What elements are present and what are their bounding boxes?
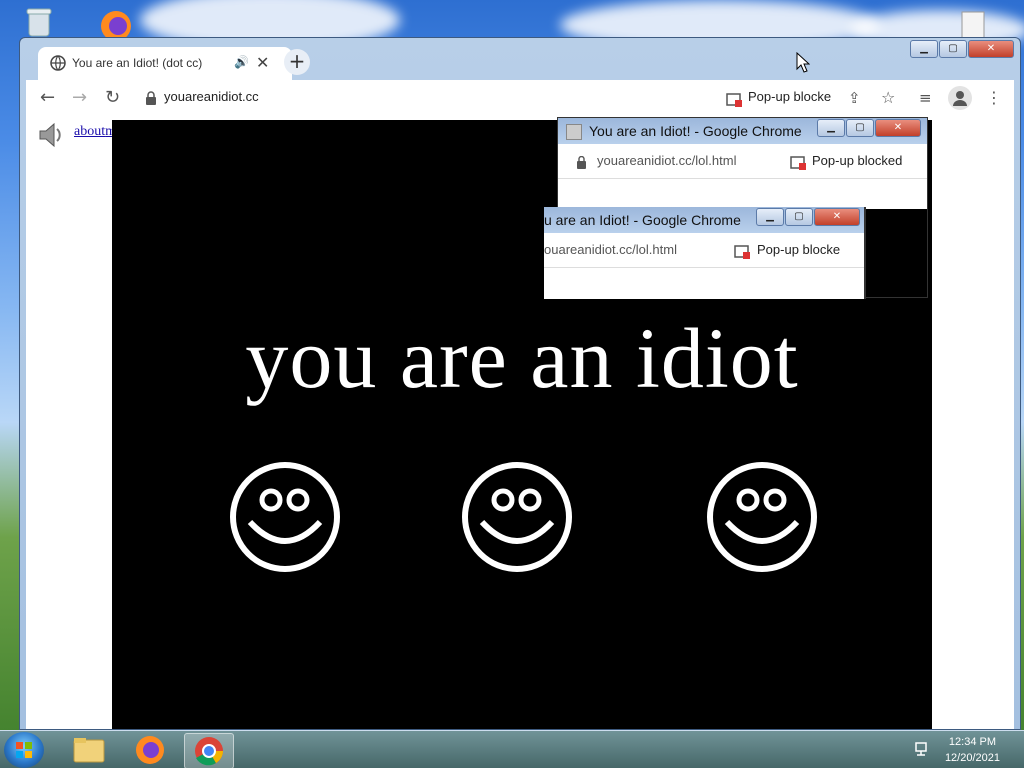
popup-titlebar[interactable]: u are an Idiot! - Google Chrome ▁ ▢ ✕ — [544, 207, 864, 233]
clock-time: 12:34 PM — [948, 736, 997, 748]
popup-blocked-icon[interactable] — [734, 244, 750, 263]
popup-window-controls: ▁ ▢ ✕ — [816, 119, 921, 137]
popup-url[interactable]: ouareanidiot.cc/lol.html — [544, 242, 677, 257]
firefox-icon — [136, 736, 164, 764]
smiley-face-icon — [707, 462, 817, 572]
recycle-bin-icon[interactable] — [22, 6, 56, 38]
smiley-face-icon — [462, 462, 572, 572]
reading-list-icon[interactable]: ≡ — [919, 88, 932, 108]
headline: you are an idiot — [245, 310, 799, 406]
globe-icon — [50, 55, 66, 75]
chrome-icon — [195, 737, 223, 766]
firefox-desktop-icon[interactable] — [94, 6, 138, 41]
popup-title: You are an Idiot! - Google Chrome — [589, 123, 802, 139]
close-button[interactable]: ✕ — [875, 119, 921, 137]
close-button[interactable]: ✕ — [814, 208, 860, 226]
tab-close-icon[interactable]: ✕ — [256, 53, 269, 72]
taskbar: 12:34 PM 12/20/2021 — [0, 730, 1024, 768]
start-button[interactable] — [4, 732, 44, 768]
maximize-button[interactable]: ▢ — [939, 40, 967, 58]
popup-title: u are an Idiot! - Google Chrome — [544, 212, 741, 228]
toolbar: ← → ↻ youareanidiot.cc Pop-up blocke ⇪ ☆… — [26, 80, 1014, 116]
system-clock[interactable]: 12:34 PM 12/20/2021 — [945, 734, 1000, 766]
forward-icon[interactable]: → — [72, 88, 87, 108]
popup-window-2[interactable]: u are an Idiot! - Google Chrome ▁ ▢ ✕ ou… — [544, 207, 866, 299]
maximize-button[interactable]: ▢ — [846, 119, 874, 137]
audio-playing-icon[interactable]: 🔊 — [234, 55, 249, 69]
window-controls: ▁ ▢ ✕ — [909, 40, 1014, 58]
popup-url[interactable]: youareanidiot.cc/lol.html — [597, 153, 736, 168]
smiley-face-icon — [230, 462, 340, 572]
lock-icon — [576, 154, 587, 173]
chrome-window-icon — [566, 124, 582, 140]
share-icon[interactable]: ⇪ — [848, 88, 861, 108]
minimize-button[interactable]: ▁ — [756, 208, 784, 226]
new-tab-button[interactable]: + — [284, 49, 310, 75]
popup-window-controls: ▁ ▢ ✕ — [755, 208, 860, 226]
popup-titlebar[interactable]: You are an Idiot! - Google Chrome ▁ ▢ ✕ — [558, 118, 927, 144]
minimize-button[interactable]: ▁ — [817, 119, 845, 137]
active-tab[interactable]: You are an Idiot! (dot cc) 🔊 ✕ — [38, 47, 292, 80]
address-bar[interactable]: youareanidiot.cc — [164, 89, 259, 104]
clock-date: 12/20/2021 — [944, 752, 1000, 764]
popup-blocked-icon[interactable] — [726, 92, 742, 111]
speaker-icon — [36, 120, 66, 154]
network-icon[interactable] — [914, 741, 932, 761]
tab-strip: You are an Idiot! (dot cc) 🔊 ✕ + ▁ ▢ ✕ — [20, 38, 1020, 80]
reload-icon[interactable]: ↻ — [105, 88, 120, 108]
mouse-cursor-icon — [796, 51, 811, 78]
back-icon[interactable]: ← — [40, 88, 55, 108]
menu-icon[interactable]: ⋮ — [986, 88, 1002, 108]
explorer-taskbar-button[interactable] — [66, 733, 114, 767]
about-link[interactable]: about — [74, 124, 105, 139]
popup-address-bar: youareanidiot.cc/lol.html Pop-up blocked — [558, 144, 927, 179]
chrome-taskbar-button[interactable] — [184, 733, 234, 768]
firefox-taskbar-button[interactable] — [126, 733, 174, 767]
profile-avatar-icon[interactable] — [948, 86, 972, 110]
popup-address-bar: ouareanidiot.cc/lol.html Pop-up blocke — [544, 233, 864, 268]
tab-title: You are an Idiot! (dot cc) — [72, 56, 203, 70]
desktop-file-icon[interactable] — [956, 10, 990, 40]
minimize-button[interactable]: ▁ — [910, 40, 938, 58]
maximize-button[interactable]: ▢ — [785, 208, 813, 226]
popup-blocked-label[interactable]: Pop-up blocked — [812, 153, 902, 168]
popup-blocked-label[interactable]: Pop-up blocke — [748, 89, 831, 104]
lock-icon[interactable] — [145, 90, 157, 109]
popup-blocked-label[interactable]: Pop-up blocke — [757, 242, 840, 257]
close-button[interactable]: ✕ — [968, 40, 1014, 58]
folder-icon — [73, 738, 105, 763]
popup-blocked-icon[interactable] — [790, 155, 806, 174]
bookmark-star-icon[interactable]: ☆ — [881, 88, 895, 108]
